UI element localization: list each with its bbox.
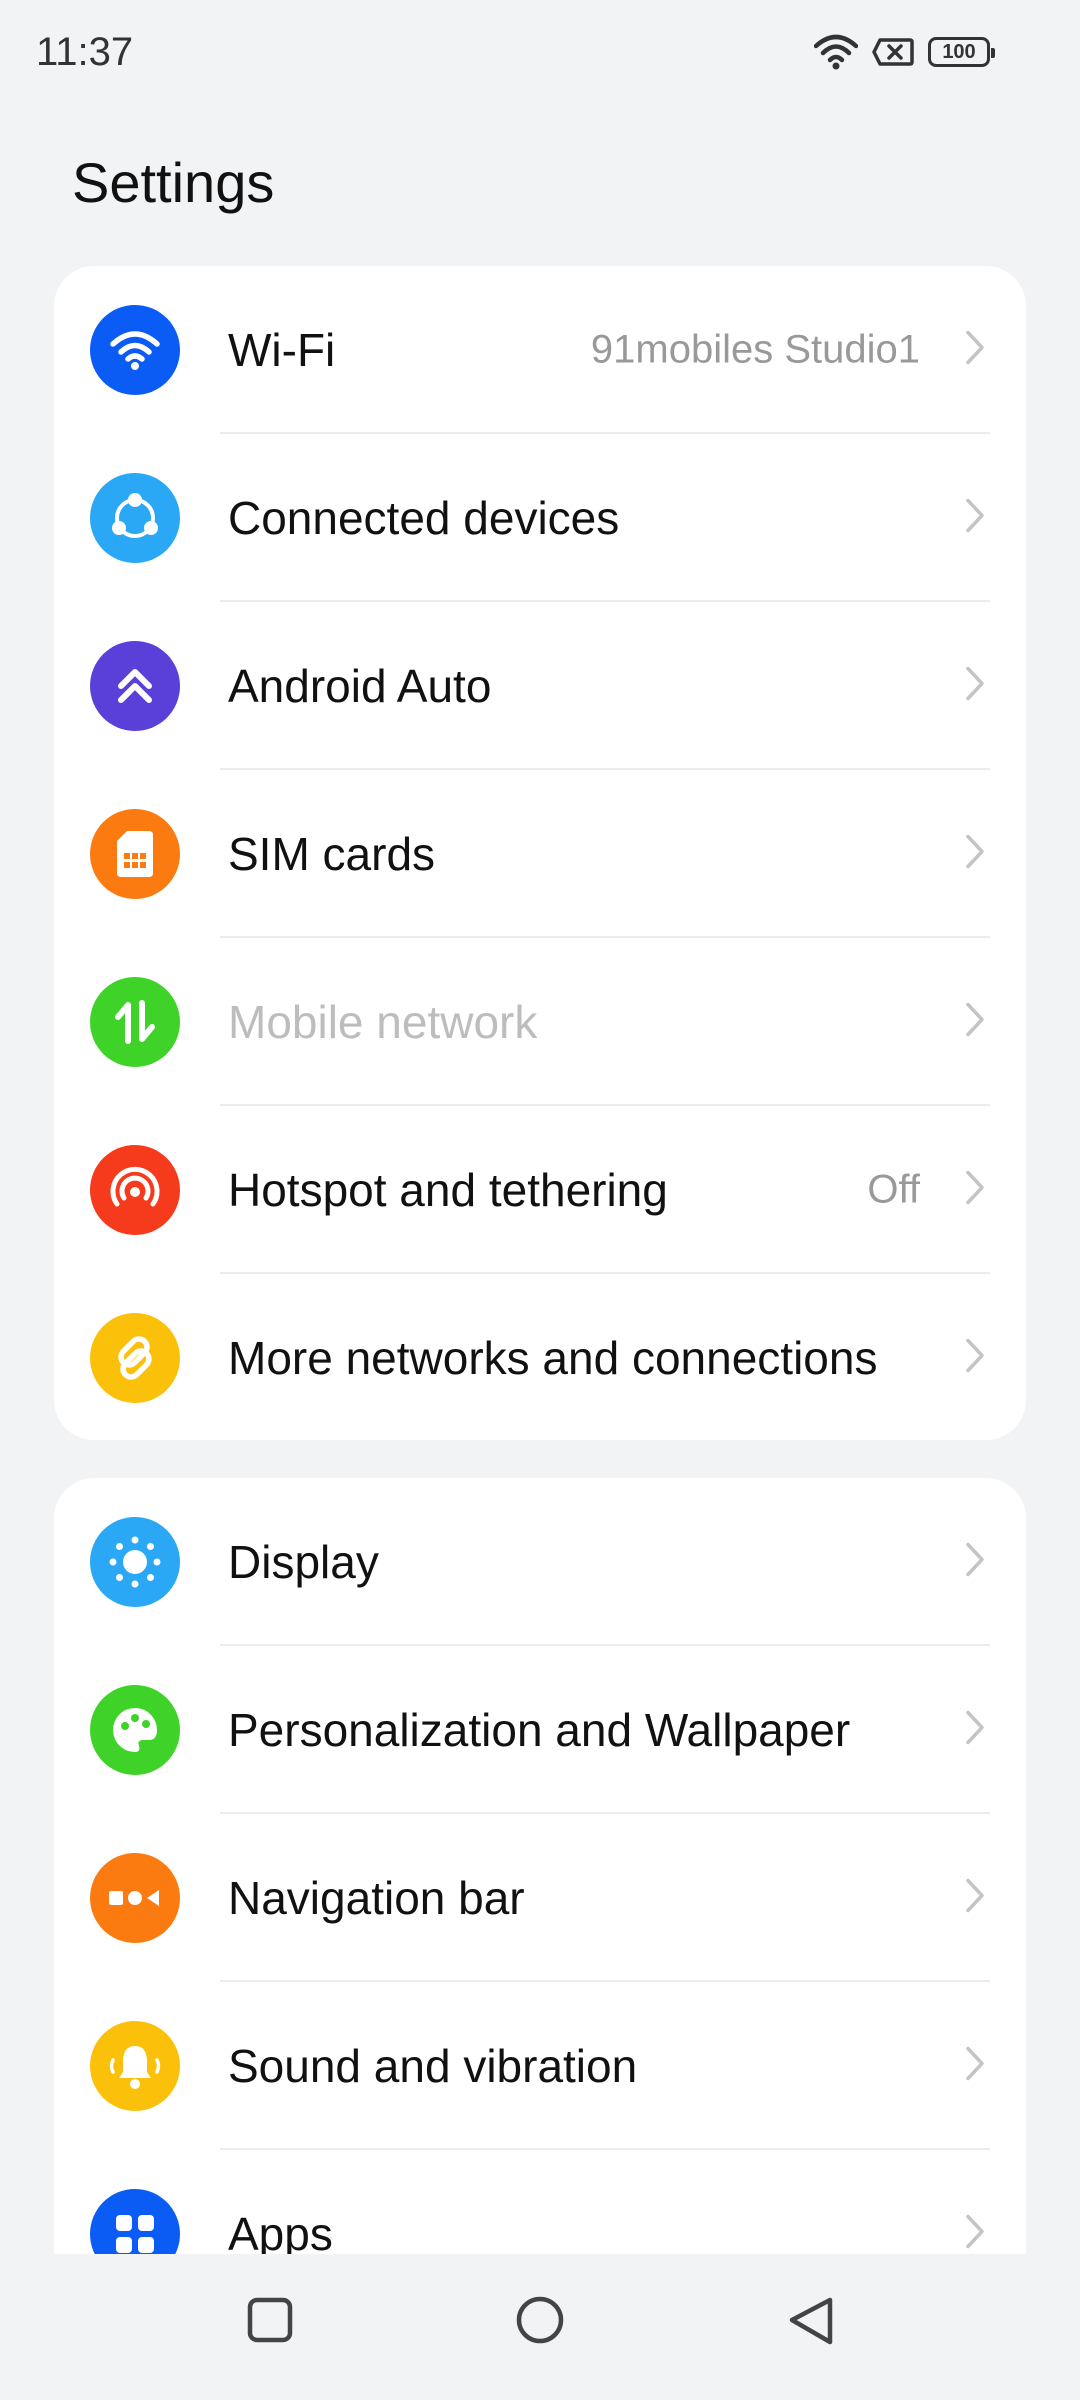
bell-icon: [90, 2021, 180, 2111]
settings-item-label: Navigation bar: [228, 1872, 525, 1924]
settings-item-label: SIM cards: [228, 828, 436, 880]
wifi-signal-icon: [814, 34, 858, 70]
home-button[interactable]: [514, 2296, 566, 2353]
palette-icon: [90, 1685, 180, 1775]
settings-item-label: Hotspot and tethering: [228, 1164, 668, 1216]
system-navigation-bar: [0, 2254, 1080, 2400]
status-time: 11:37: [36, 30, 134, 74]
hotspot-icon: [90, 1145, 180, 1235]
settings-item-label: Display: [228, 1536, 379, 1588]
back-button[interactable]: [786, 2296, 838, 2353]
chevron-right-icon: [964, 1709, 986, 1752]
chevron-right-icon: [964, 833, 986, 876]
chevron-right-icon: [964, 665, 986, 708]
chevron-right-icon: [964, 2213, 986, 2256]
settings-item-sound[interactable]: Sound and vibration: [54, 1982, 1026, 2150]
settings-item-connected-devices[interactable]: Connected devices: [54, 434, 1026, 602]
chevron-right-icon: [964, 329, 986, 372]
display-icon: [90, 1517, 180, 1607]
connected-devices-icon: [90, 473, 180, 563]
chevron-right-icon: [964, 1337, 986, 1380]
settings-item-label: Android Auto: [228, 660, 492, 712]
settings-item-value: 91mobiles Studio1: [590, 327, 920, 372]
settings-item-android-auto[interactable]: Android Auto: [54, 602, 1026, 770]
settings-item-value: Off: [867, 1167, 920, 1212]
status-icons: 100: [814, 34, 995, 70]
settings-item-label: Wi-Fi: [228, 324, 336, 376]
recents-button[interactable]: [246, 2296, 294, 2349]
settings-item-personalization[interactable]: Personalization and Wallpaper: [54, 1646, 1026, 1814]
battery-icon: 100: [928, 37, 995, 67]
page-title: Settings: [72, 151, 275, 214]
chevron-right-icon: [964, 2045, 986, 2088]
mobile-network-icon: [90, 977, 180, 1067]
wifi-icon: [90, 305, 180, 395]
chevron-right-icon: [964, 497, 986, 540]
settings-item-more-networks[interactable]: More networks and connections: [54, 1274, 1026, 1440]
status-bar: 11:37 100: [0, 0, 1080, 110]
settings-item-wifi[interactable]: Wi-Fi 91mobiles Studio1: [54, 266, 1026, 434]
settings-item-display[interactable]: Display: [54, 1478, 1026, 1646]
chevron-right-icon: [964, 1877, 986, 1920]
settings-item-label: Apps: [228, 2208, 333, 2260]
chevron-right-icon: [964, 1001, 986, 1044]
settings-item-hotspot[interactable]: Hotspot and tethering Off: [54, 1106, 1026, 1274]
settings-item-label: Connected devices: [228, 492, 620, 544]
settings-item-label: Mobile network: [228, 996, 538, 1048]
settings-item-sim-cards[interactable]: SIM cards: [54, 770, 1026, 938]
no-sim-icon: [872, 37, 914, 67]
chevron-right-icon: [964, 1541, 986, 1584]
settings-item-label: Sound and vibration: [228, 2040, 638, 2092]
settings-item-label: Personalization and Wallpaper: [228, 1704, 851, 1756]
settings-group-network: Wi-Fi 91mobiles Studio1 Connected device…: [54, 266, 1026, 1440]
android-auto-icon: [90, 641, 180, 731]
link-icon: [90, 1313, 180, 1403]
chevron-right-icon: [964, 1169, 986, 1212]
settings-item-navigation-bar[interactable]: Navigation bar: [54, 1814, 1026, 1982]
settings-item-mobile-network[interactable]: Mobile network: [54, 938, 1026, 1106]
settings-item-label: More networks and connections: [228, 1332, 878, 1384]
settings-group-device: Display Personalization and Wallpaper Na…: [54, 1478, 1026, 2278]
sim-card-icon: [90, 809, 180, 899]
navigation-bar-icon: [90, 1853, 180, 1943]
